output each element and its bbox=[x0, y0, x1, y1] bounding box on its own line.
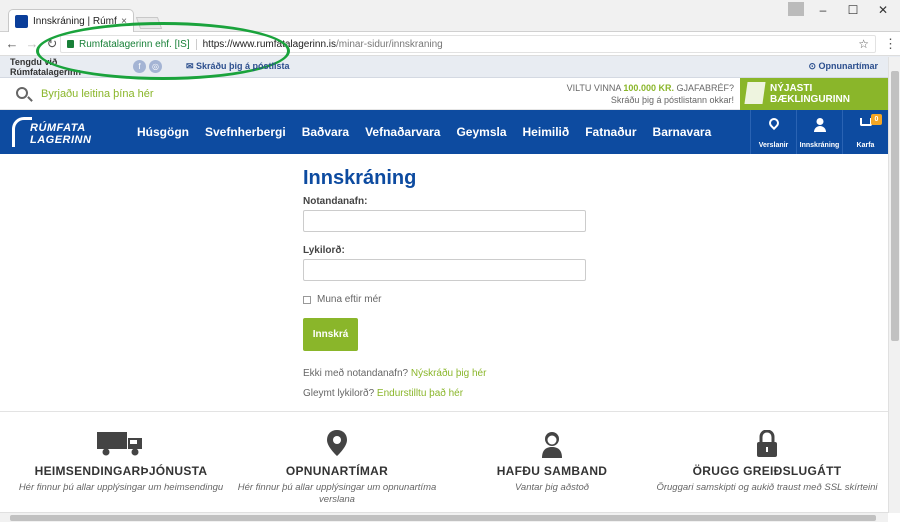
register-link[interactable]: Nýskráðu þig hér bbox=[411, 368, 487, 379]
search-row: Byrjaðu leitina þína hér VILTU VINNA 100… bbox=[0, 78, 900, 110]
cart-count-badge: 0 bbox=[871, 114, 882, 125]
feature-delivery[interactable]: HEIMSENDINGARÞJÓNUSTA Hér finnur þú alla… bbox=[6, 430, 236, 494]
nav-item-badvara[interactable]: Baðvara bbox=[302, 125, 349, 139]
browser-titlebar: Innskráning | Rúmfatala × – ☐ ✕ bbox=[0, 0, 900, 32]
brochure-icon bbox=[744, 82, 766, 104]
forgot-prompt: Gleymt lykilorð? Endurstilltu það hér bbox=[303, 388, 464, 399]
close-window-button[interactable]: ✕ bbox=[868, 0, 898, 20]
remember-checkbox[interactable] bbox=[303, 295, 311, 304]
remember-me[interactable]: Muna eftir mér bbox=[303, 294, 381, 305]
feature-secure-payment[interactable]: ÖRUGG GREIÐSLUGÁTT Öruggari samskipti og… bbox=[652, 430, 882, 494]
login-section: Innskráning Notandanafn: Lykilorð: Muna … bbox=[0, 154, 900, 412]
back-button[interactable]: ← bbox=[2, 36, 22, 51]
browser-menu-icon[interactable]: ⋮ bbox=[884, 36, 897, 52]
site-top-strip: Tengdu við Rúmfatalagerinn f ◎ ✉ Skráðu … bbox=[0, 56, 900, 78]
horizontal-scroll-thumb[interactable] bbox=[10, 515, 876, 521]
truck-icon bbox=[6, 430, 236, 458]
site-logo[interactable]: RÚMFATA LAGERINN bbox=[12, 115, 100, 151]
lock-icon bbox=[67, 40, 74, 48]
minimize-button[interactable]: – bbox=[808, 0, 838, 20]
tab-close-icon[interactable]: × bbox=[121, 16, 127, 27]
search-input[interactable]: Byrjaðu leitina þína hér bbox=[41, 88, 154, 100]
nav-icon-group: Verslanir Innskráning 0 Karfa bbox=[750, 110, 888, 154]
reload-button[interactable]: ↻ bbox=[42, 36, 62, 52]
password-field[interactable] bbox=[303, 259, 586, 281]
cart-icon bbox=[859, 118, 872, 126]
login-button[interactable]: Innskráning bbox=[796, 110, 842, 154]
password-label: Lykilorð: bbox=[303, 245, 345, 256]
reset-password-link[interactable]: Endurstilltu það hér bbox=[377, 388, 463, 399]
username-label: Notandanafn: bbox=[303, 196, 368, 207]
site-favicon-icon bbox=[15, 14, 28, 28]
nav-item-barnavara[interactable]: Barnavara bbox=[653, 125, 712, 139]
logo-bird-icon bbox=[12, 117, 32, 147]
url-text[interactable]: https://www.rumfatalagerinn.is/minar-sid… bbox=[203, 39, 443, 50]
vertical-scrollbar[interactable] bbox=[888, 57, 900, 513]
nav-item-vefnadarvara[interactable]: Vefnaðarvara bbox=[365, 125, 440, 139]
stores-button[interactable]: Verslanir bbox=[750, 110, 796, 154]
newsletter-link[interactable]: ✉ Skráðu þig á póstlista bbox=[186, 61, 290, 72]
user-icon bbox=[816, 118, 823, 125]
opening-hours-link[interactable]: ⊙ Opnunartímar bbox=[808, 61, 878, 72]
new-tab-button[interactable] bbox=[135, 17, 163, 29]
category-menu: Húsgögn Svefnherbergi Baðvara Vefnaðarva… bbox=[137, 125, 711, 139]
facebook-icon[interactable]: f bbox=[133, 60, 146, 73]
page-title: Innskráning bbox=[303, 167, 417, 189]
support-agent-icon bbox=[437, 430, 667, 458]
profile-icon[interactable] bbox=[788, 2, 804, 16]
feature-contact[interactable]: HAFÐU SAMBAND Vantar þig aðstoð bbox=[437, 430, 667, 494]
vertical-scroll-thumb[interactable] bbox=[891, 71, 899, 341]
certificate-org[interactable]: Rumfatalagerinn ehf. [IS] bbox=[79, 38, 197, 50]
brochure-button[interactable]: NÝJASTI BÆKLINGURINN bbox=[740, 78, 888, 110]
url-bar[interactable]: Rumfatalagerinn ehf. [IS] https://www.ru… bbox=[60, 35, 876, 53]
browser-tab[interactable]: Innskráning | Rúmfatala × bbox=[8, 9, 134, 32]
forward-button[interactable]: → bbox=[22, 36, 42, 51]
maximize-button[interactable]: ☐ bbox=[838, 0, 868, 20]
bookmark-star-icon[interactable]: ☆ bbox=[858, 37, 869, 51]
login-submit-button[interactable]: Innskrá bbox=[303, 318, 358, 351]
newsletter-promo[interactable]: VILTU VINNA 100.000 KR. GJAFABRÉF? Skráð… bbox=[530, 82, 734, 106]
cart-button[interactable]: 0 Karfa bbox=[842, 110, 888, 154]
location-pin-icon bbox=[222, 430, 452, 458]
main-navbar: RÚMFATA LAGERINN Húsgögn Svefnherbergi B… bbox=[0, 110, 900, 154]
address-toolbar: ← → ↻ Rumfatalagerinn ehf. [IS] https://… bbox=[0, 32, 900, 56]
nav-item-heimilid[interactable]: Heimilið bbox=[523, 125, 570, 139]
brochure-label: NÝJASTI BÆKLINGURINN bbox=[770, 83, 850, 105]
instagram-icon[interactable]: ◎ bbox=[149, 60, 162, 73]
nav-item-svefnherbergi[interactable]: Svefnherbergi bbox=[205, 125, 286, 139]
map-pin-icon bbox=[766, 115, 781, 131]
username-field[interactable] bbox=[303, 210, 586, 232]
nav-item-geymsla[interactable]: Geymsla bbox=[456, 125, 506, 139]
features-row: HEIMSENDINGARÞJÓNUSTA Hér finnur þú alla… bbox=[0, 412, 900, 522]
padlock-icon bbox=[652, 430, 882, 458]
connect-label: Tengdu við Rúmfatalagerinn bbox=[10, 56, 82, 77]
register-prompt: Ekki með notandanafn? Nýskráðu þig hér bbox=[303, 368, 487, 379]
nav-item-fatnadur[interactable]: Fatnaður bbox=[585, 125, 636, 139]
horizontal-scrollbar[interactable] bbox=[0, 512, 888, 522]
tab-title: Innskráning | Rúmfatala bbox=[33, 15, 117, 27]
nav-item-husgogn[interactable]: Húsgögn bbox=[137, 125, 189, 139]
search-icon[interactable] bbox=[16, 87, 28, 99]
feature-hours[interactable]: OPNUNARTÍMAR Hér finnur þú allar upplýsi… bbox=[222, 430, 452, 506]
